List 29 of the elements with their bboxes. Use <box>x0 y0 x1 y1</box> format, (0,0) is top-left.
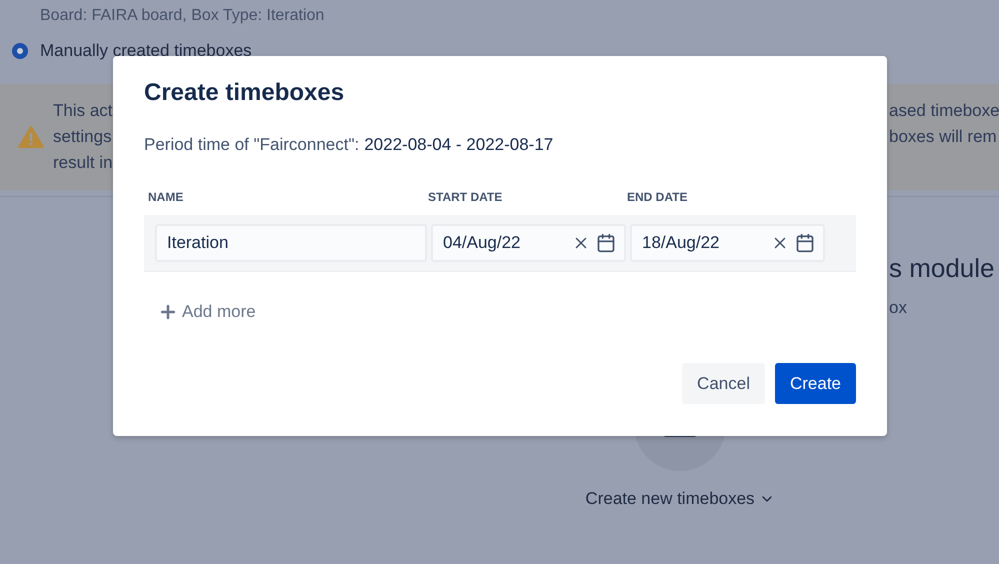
name-field[interactable]: Iteration <box>155 224 427 262</box>
period-value: 2022-08-04 - 2022-08-17 <box>364 134 554 156</box>
date-picker[interactable]: 04/Aug/22 <box>431 224 626 262</box>
radio-label: Manually created timeboxes <box>40 40 252 62</box>
create-button[interactable]: Create <box>774 363 856 404</box>
warning-text: boxes will rem <box>889 126 998 148</box>
calendar-icon[interactable] <box>596 233 616 253</box>
warning-text: ased timeboxe <box>889 100 999 122</box>
warning-text: This act <box>53 100 113 122</box>
board-info: Board: FAIRA board, Box Type: Iteration <box>40 6 326 26</box>
create-menu-link[interactable]: Create new timeboxes <box>585 489 775 509</box>
add-more-button[interactable]: Add more <box>158 302 256 322</box>
column-header: NAME <box>148 190 184 204</box>
cancel-button[interactable]: Cancel <box>682 363 765 404</box>
date-input[interactable]: 18/Aug/22 <box>642 233 765 253</box>
plus-icon <box>158 302 178 322</box>
calendar-icon[interactable] <box>795 233 815 253</box>
module-text: ox <box>889 298 908 318</box>
column-header: START DATE <box>428 190 504 204</box>
date-picker[interactable]: 18/Aug/22 <box>630 224 825 262</box>
dialog-title: Create timeboxes <box>144 78 346 108</box>
radio-button[interactable] <box>12 43 28 59</box>
column-header: END DATE <box>627 190 688 204</box>
warning-text: result in <box>53 152 113 174</box>
warning-text: settings <box>53 126 113 148</box>
warning-icon <box>18 126 44 148</box>
module-title: s module <box>889 253 996 284</box>
date-input[interactable]: 04/Aug/22 <box>443 233 566 253</box>
period-label: Period time of "Fairconnect": <box>144 134 360 156</box>
